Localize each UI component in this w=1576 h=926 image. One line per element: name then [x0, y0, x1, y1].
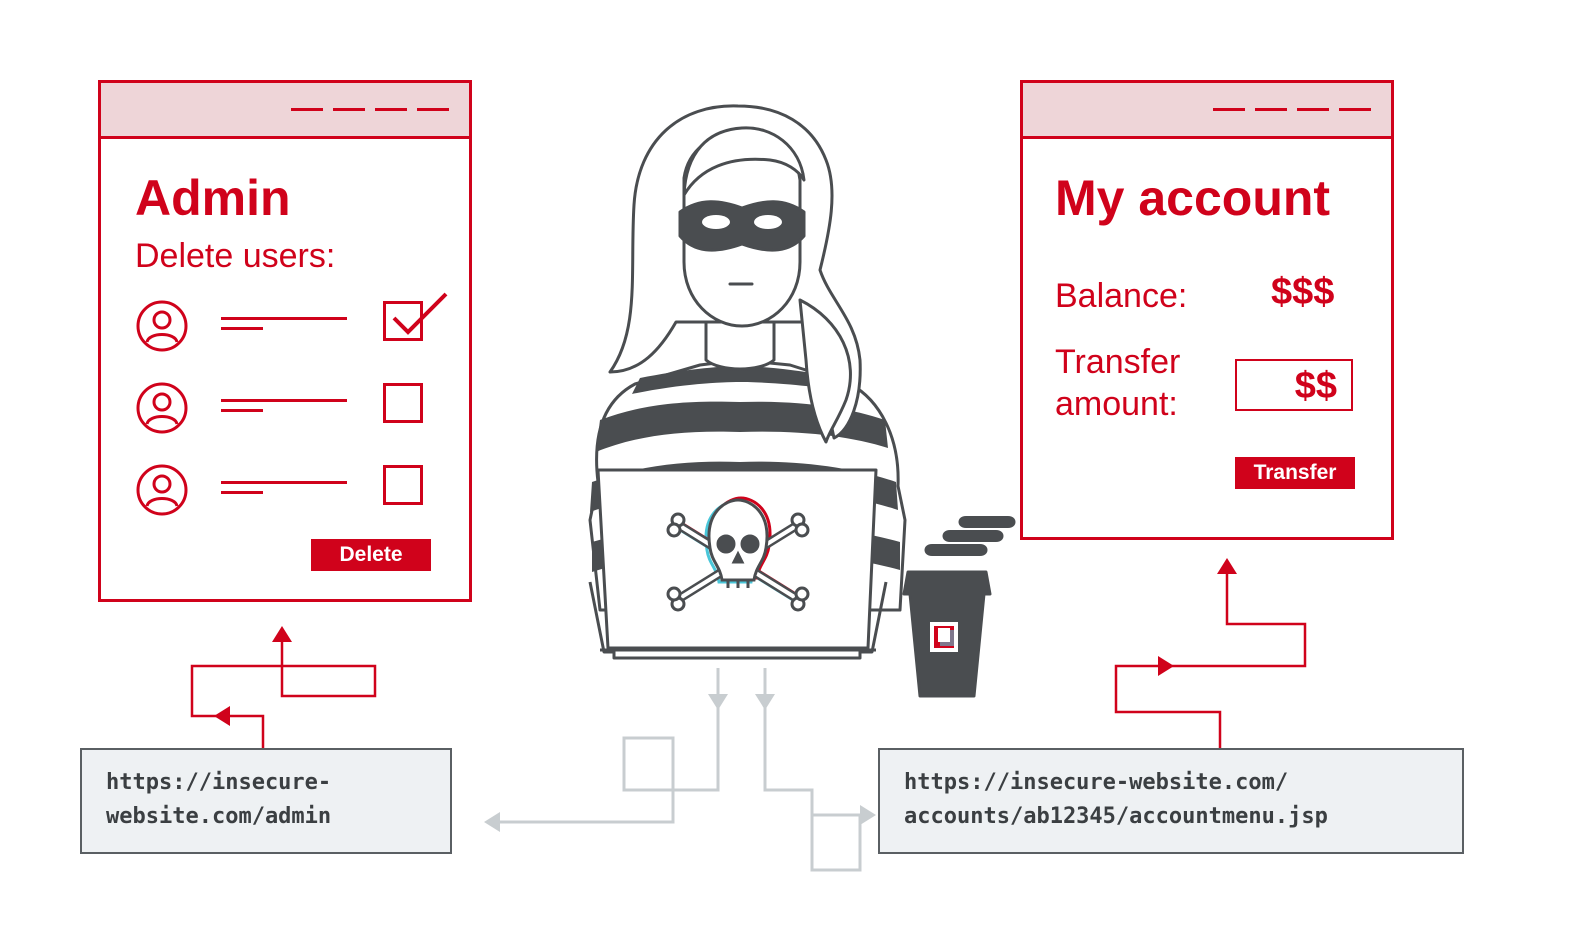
transfer-button[interactable]: Transfer: [1235, 457, 1355, 489]
account-title: My account: [1055, 170, 1331, 226]
user-detail-placeholder: [221, 327, 263, 330]
account-window: My account Balance: $$$ Transfer amount:…: [1020, 80, 1394, 540]
delete-users-label: Delete users:: [135, 237, 336, 275]
account-url-line2: accounts/ab12345/accountmenu.jsp: [904, 804, 1328, 829]
gray-connectors: [484, 668, 876, 872]
transfer-amount-label-line1: Transfer: [1055, 343, 1181, 381]
admin-title: Admin: [135, 170, 291, 226]
balance-value: $$$: [1271, 271, 1335, 313]
user-row: [135, 463, 435, 523]
window-controls: [1213, 108, 1371, 111]
admin-window: Admin Delete users: Delete: [98, 80, 472, 602]
user-checkbox[interactable]: [383, 383, 423, 423]
account-window-titlebar: [1023, 83, 1391, 139]
user-name-placeholder: [221, 481, 347, 484]
transfer-amount-input[interactable]: $$: [1235, 359, 1353, 411]
red-connector-admin: [190, 626, 377, 760]
admin-url-box: https://insecure- website.com/admin: [80, 748, 452, 854]
user-name-placeholder: [221, 399, 347, 402]
user-icon: [136, 464, 188, 516]
account-url-box: https://insecure-website.com/ accounts/a…: [878, 748, 1464, 854]
coffee-cup-icon: [902, 570, 992, 698]
balance-label: Balance:: [1055, 277, 1188, 315]
window-controls: [291, 108, 449, 111]
admin-url-line1: https://insecure-: [106, 770, 332, 795]
user-row: [135, 381, 435, 441]
user-checkbox[interactable]: [383, 465, 423, 505]
user-name-placeholder: [221, 317, 347, 320]
user-checkbox-checked[interactable]: [383, 292, 448, 341]
user-icon: [136, 382, 188, 434]
user-icon: [136, 300, 188, 352]
transfer-amount-label-line2: amount:: [1055, 385, 1178, 423]
checkmark-icon: [392, 292, 448, 335]
admin-window-titlebar: [101, 83, 469, 139]
red-connector-account: [1114, 558, 1307, 760]
transfer-amount-value: $$: [1294, 365, 1337, 407]
steam-icon: [924, 516, 1016, 556]
user-detail-placeholder: [221, 491, 263, 494]
delete-button[interactable]: Delete: [311, 539, 431, 571]
account-url-line1: https://insecure-website.com/: [904, 770, 1289, 795]
user-row: [135, 292, 448, 359]
admin-url-line2: website.com/admin: [106, 804, 332, 829]
user-detail-placeholder: [221, 409, 263, 412]
